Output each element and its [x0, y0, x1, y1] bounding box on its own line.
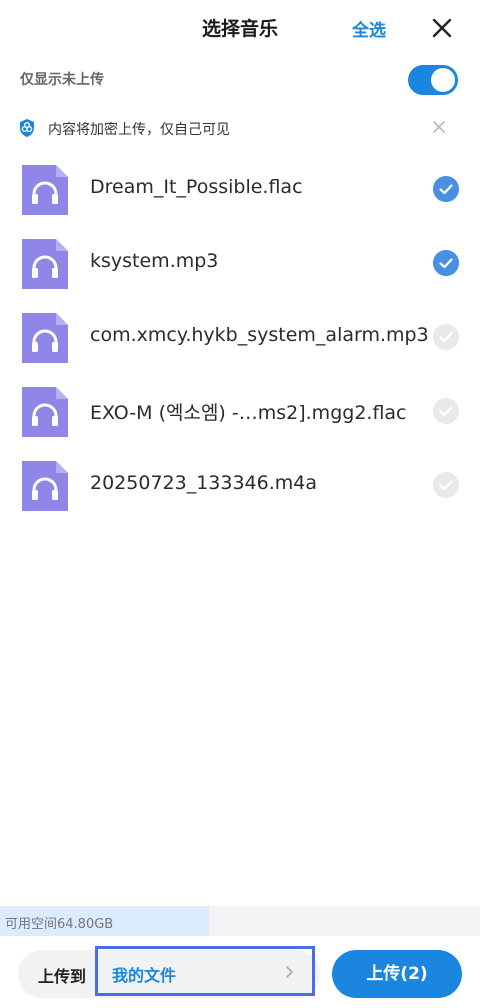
chevron-right-icon: [286, 966, 293, 978]
shield-icon: [20, 119, 34, 137]
storage-bar: 可用空间64.80GB: [0, 906, 480, 936]
check-icon[interactable]: [433, 324, 459, 350]
check-icon[interactable]: [433, 250, 459, 276]
destination-value: 我的文件: [112, 966, 177, 985]
only-not-uploaded-row: 仅显示未上传: [0, 56, 480, 104]
headphones-file-icon: [22, 313, 68, 363]
file-row[interactable]: 20250723_133346.m4a: [0, 448, 480, 522]
file-row[interactable]: com.xmcy.hykb_system_alarm.mp3: [0, 300, 480, 374]
destination-selector[interactable]: 我的文件: [95, 946, 315, 996]
file-list: Dream_It_Possible.flac ksystem.mp3 com.x: [0, 152, 480, 522]
check-icon[interactable]: [433, 398, 459, 424]
file-name: ksystem.mp3: [90, 250, 219, 272]
select-all-button[interactable]: 全选: [352, 16, 386, 41]
headphones-file-icon: [22, 387, 68, 437]
encryption-notice: 内容将加密上传，仅自己可见: [0, 108, 480, 148]
only-not-uploaded-toggle[interactable]: [408, 65, 458, 95]
file-row[interactable]: Dream_It_Possible.flac: [0, 152, 480, 226]
headphones-file-icon: [22, 165, 68, 215]
check-icon[interactable]: [433, 176, 459, 202]
file-name: EXO-M (엑소엠) -…ms2].mgg2.flac: [90, 402, 407, 424]
storage-text: 可用空间64.80GB: [5, 917, 114, 932]
upload-to-label: 上传到: [38, 967, 87, 986]
toggle-knob: [431, 68, 455, 92]
file-name: 20250723_133346.m4a: [90, 472, 318, 494]
headphones-file-icon: [22, 239, 68, 289]
page-title: 选择音乐: [201, 18, 278, 40]
check-icon[interactable]: [433, 472, 459, 498]
file-name: Dream_It_Possible.flac: [90, 176, 303, 198]
upload-destination: 上传到 我的文件: [18, 946, 320, 998]
headphones-file-icon: [22, 461, 68, 511]
file-name: com.xmcy.hykb_system_alarm.mp3: [90, 324, 429, 346]
header: 选择音乐 全选: [0, 0, 480, 56]
notice-text: 内容将加密上传，仅自己可见: [48, 122, 230, 138]
close-icon[interactable]: [428, 14, 456, 42]
upload-button[interactable]: 上传(2): [332, 950, 462, 998]
close-icon[interactable]: [430, 118, 448, 136]
file-row[interactable]: EXO-M (엑소엠) -…ms2].mgg2.flac: [0, 374, 480, 448]
only-not-uploaded-label: 仅显示未上传: [20, 72, 104, 88]
file-row[interactable]: ksystem.mp3: [0, 226, 480, 300]
